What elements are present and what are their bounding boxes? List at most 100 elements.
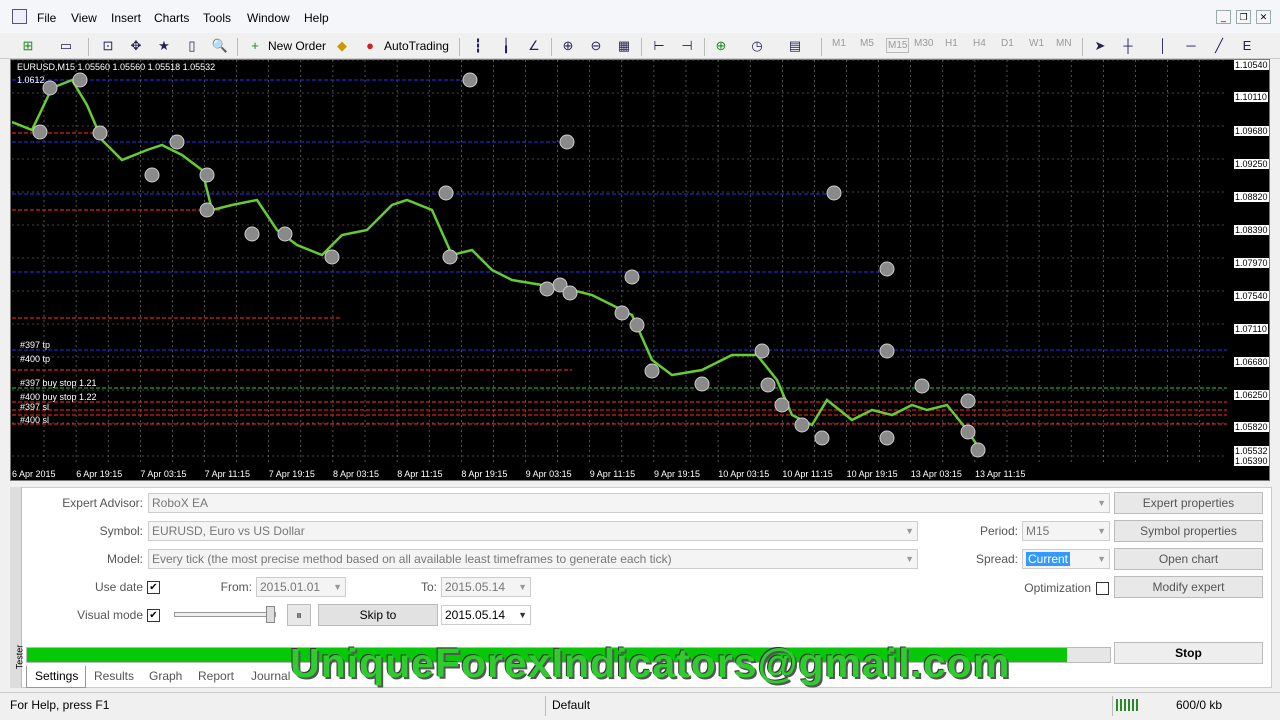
to-date-field[interactable]: 2015.05.14 ▼ [441,577,531,597]
indicators-icon[interactable]: ⊕ [711,36,731,56]
tab-settings[interactable]: Settings [35,667,78,687]
menu-insert[interactable]: Insert [111,11,141,25]
expert-advisor-select[interactable]: RoboX EA ▼ [148,493,1110,513]
price-tick: 1.07970 [1234,258,1269,268]
menu-help[interactable]: Help [304,11,329,25]
optimization-checkbox[interactable] [1096,582,1109,595]
tab-report[interactable]: Report [198,667,234,687]
trade-marker [199,167,215,183]
menu-view[interactable]: View [71,11,97,25]
zoom-in-icon[interactable]: ⊕ [558,36,578,56]
menu-file[interactable]: File [37,11,56,25]
restore-icon[interactable]: ❐ [1236,10,1251,24]
trade-marker [199,202,215,218]
tf-m1[interactable]: M1 [832,38,846,49]
market-watch-icon[interactable]: ⊡ [98,36,118,56]
strategy-tester-icon[interactable]: 🔍 [210,36,230,56]
metaeditor-icon[interactable]: ◆ [332,36,352,56]
from-date-field[interactable]: 2015.01.01 ▼ [256,577,346,597]
trade-marker [462,72,478,88]
new-chart-icon[interactable]: ⊞ [18,36,38,56]
tester-side-tab[interactable]: Tester [10,487,24,688]
trade-marker [32,124,48,140]
symbol-properties-button[interactable]: Symbol properties [1114,520,1263,542]
data-window-icon[interactable]: ✥ [126,36,146,56]
new-order-button[interactable]: New Order [268,37,326,55]
time-tick: 6 Apr 19:15 [76,469,123,479]
order-label: #400 buy stop 1.22 [20,392,97,402]
trade-marker [914,378,930,394]
horizontal-line-icon[interactable]: ─ [1181,36,1201,56]
expert-properties-button[interactable]: Expert properties [1114,492,1263,514]
spread-label: Spread: [975,552,1018,566]
chart-shift-icon[interactable]: ⊣ [677,36,697,56]
trade-marker [562,285,578,301]
from-label: From: [220,580,252,594]
tab-graph[interactable]: Graph [149,667,182,687]
pause-button[interactable]: ⏸ [287,604,311,626]
trade-marker [42,80,58,96]
autotrading-icon[interactable]: ● [360,36,380,56]
tab-journal[interactable]: Journal [251,667,290,687]
modify-expert-button[interactable]: Modify expert [1114,576,1263,598]
model-select[interactable]: Every tick (the most precise method base… [148,549,918,569]
time-tick: 13 Apr 11:15 [975,469,1026,479]
order-label: #397 buy stop 1.21 [20,378,97,388]
close-icon[interactable]: ✕ [1256,10,1271,24]
trade-marker [760,377,776,393]
speed-slider[interactable] [174,612,276,617]
vertical-line-icon[interactable]: │ [1153,36,1173,56]
tf-m5[interactable]: M5 [860,38,874,49]
menu-window[interactable]: Window [247,11,290,25]
speed-slider-handle[interactable] [266,606,275,623]
tf-h4[interactable]: H4 [973,38,986,49]
trade-marker [72,72,88,88]
traffic-status: 600/0 kb [1176,698,1223,712]
spread-select[interactable]: Current ▼ [1022,549,1110,569]
tf-d1[interactable]: D1 [1001,38,1014,49]
zoom-out-icon[interactable]: ⊖ [586,36,606,56]
menu-tools[interactable]: Tools [203,11,231,25]
tab-results[interactable]: Results [94,667,134,687]
profiles-icon[interactable]: ▭ [56,36,76,56]
fibonacci-icon[interactable]: E [1237,36,1257,56]
tf-mn[interactable]: MN [1056,38,1072,49]
terminal-icon[interactable]: ▯ [182,36,202,56]
menu-charts[interactable]: Charts [154,11,189,25]
tf-m15[interactable]: M15 [886,38,910,53]
tile-windows-icon[interactable]: ▦ [614,36,634,56]
skip-to-date-field[interactable]: 2015.05.14 ▼ [441,605,531,625]
skip-to-button[interactable]: Skip to [318,604,438,626]
chevron-down-icon: ▼ [518,610,527,620]
tf-w1[interactable]: W1 [1029,38,1044,49]
cursor-icon[interactable]: ➤ [1090,36,1110,56]
line-chart-icon[interactable]: ∠ [524,36,544,56]
minimize-icon[interactable]: _ [1216,10,1231,24]
crosshair-icon[interactable]: ┼ [1118,36,1138,56]
templates-icon[interactable]: ▤ [785,36,805,56]
periods-icon[interactable]: ◷ [747,36,767,56]
help-status: For Help, press F1 [10,698,110,712]
optimization-label: Optimization [1024,581,1091,595]
open-chart-button[interactable]: Open chart [1114,548,1263,570]
tf-h1[interactable]: H1 [945,38,958,49]
trade-marker [794,417,810,433]
time-tick: 13 Apr 03:15 [910,469,962,479]
bar-chart-icon[interactable]: ┇ [468,36,488,56]
trade-marker [614,305,630,321]
time-tick: 9 Apr 11:15 [589,469,636,479]
trade-marker [324,249,340,265]
visual-mode-checkbox[interactable]: ✔ [147,609,160,622]
price-tick: 1.06250 [1234,390,1269,400]
trendline-icon[interactable]: ╱ [1209,36,1229,56]
stop-button[interactable]: Stop [1114,642,1263,664]
new-order-icon[interactable]: + [245,36,265,56]
candlestick-icon[interactable]: ╽ [496,36,516,56]
auto-scroll-icon[interactable]: ⊢ [649,36,669,56]
navigator-icon[interactable]: ★ [154,36,174,56]
autotrading-button[interactable]: AutoTrading [384,37,449,55]
tf-m30[interactable]: M30 [914,38,933,49]
period-select[interactable]: M15 ▼ [1022,521,1110,541]
use-date-checkbox[interactable]: ✔ [147,581,160,594]
symbol-select[interactable]: EURUSD, Euro vs US Dollar ▼ [148,521,918,541]
